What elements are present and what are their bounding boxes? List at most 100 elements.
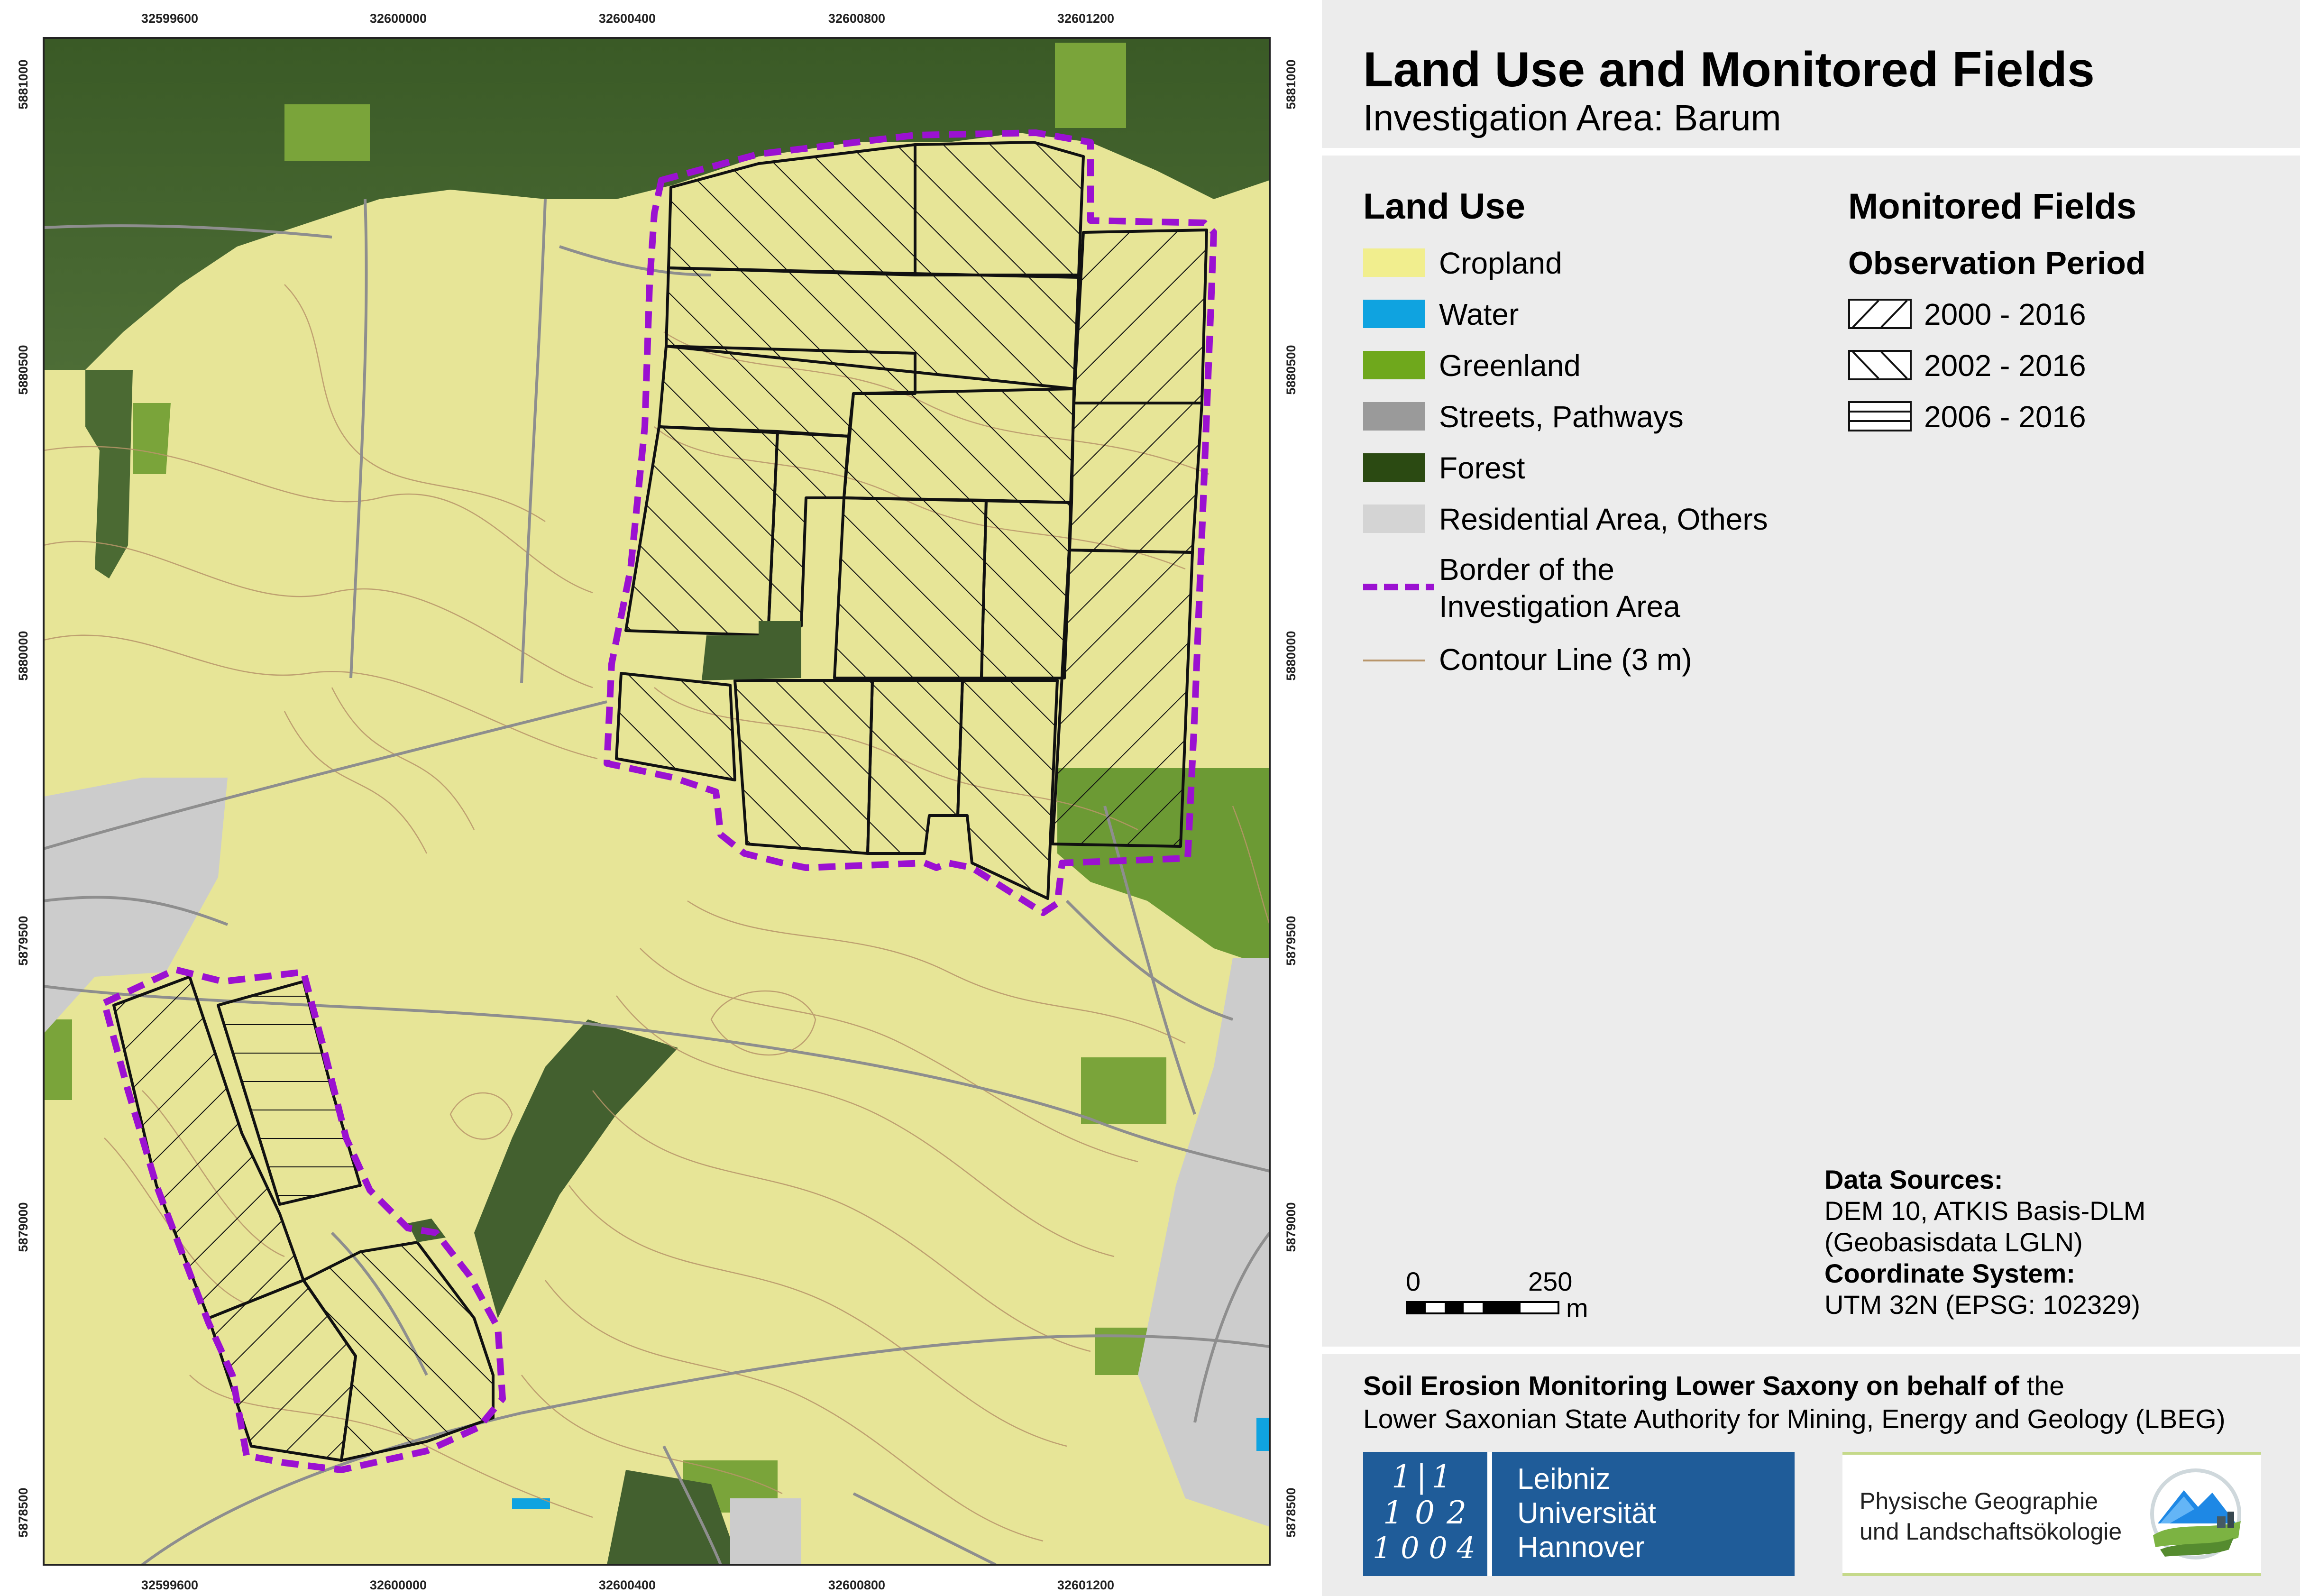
data-sources-line: (Geobasisdata LGLN) (1824, 1227, 2083, 1257)
swatch-streets (1363, 402, 1425, 431)
y-tick-label: 5878500 (16, 1487, 30, 1537)
legend-label: Border of the (1439, 552, 1614, 587)
coordinate-system-heading: Coordinate System: (1824, 1258, 2075, 1288)
greenland-patch-1 (284, 104, 370, 161)
coordinate-system-value: UTM 32N (EPSG: 102329) (1824, 1290, 2141, 1320)
greenland-patch-8 (133, 403, 171, 474)
luh-mark-icon: 1|1 1 0 2 1 0 0 4 (1363, 1452, 1487, 1576)
field-n-11 (733, 679, 874, 855)
scale-bar: 0 250 m (1406, 1266, 1605, 1328)
legend-label: Investigation Area (1439, 589, 1680, 624)
data-sources-line: DEM 10, ATKIS Basis-DLM (1824, 1196, 2146, 1226)
legend-label: Cropland (1439, 246, 1562, 280)
legend-label: 2006 - 2016 (1924, 400, 2086, 434)
luh-mark-row: 1 0 2 (1383, 1495, 1467, 1531)
legend-label: Contour Line (3 m) (1439, 642, 1692, 677)
y-tick-label: 5879000 (16, 1202, 30, 1252)
physische-geographie-logo: Physische Geographie und Landschaftsökol… (1842, 1452, 2261, 1576)
data-sources: Data Sources: DEM 10, ATKIS Basis-DLM (G… (1824, 1164, 2145, 1321)
y-axis-ticks-left: 5881000 5880500 5880000 5879500 5879000 … (16, 59, 30, 1537)
legend-label: Forest (1439, 451, 1525, 485)
water-body-east (1256, 1418, 1270, 1451)
luh-name-line: Universität (1517, 1497, 1656, 1530)
x-axis-ticks-bottom: 32599600 32600000 32600400 32600800 3260… (141, 1578, 1114, 1592)
legend-label: Greenland (1439, 349, 1581, 383)
y-tick-label: 5880500 (16, 345, 30, 394)
x-tick-label: 32601200 (1057, 1578, 1114, 1592)
monitored-fields-heading: Monitored Fields (1848, 186, 2136, 227)
greenland-patch-7 (44, 1019, 72, 1100)
footer-credit: Soil Erosion Monitoring Lower Saxony on … (1363, 1369, 2226, 1436)
field-n-2 (914, 141, 1085, 276)
map-frame: 32599600 32600000 32600400 32600800 3260… (0, 0, 1313, 1596)
swatch-greenland (1363, 351, 1425, 379)
field-n-14 (1072, 229, 1208, 404)
pg-name-line: Physische Geographie (1860, 1488, 2098, 1514)
pg-name-line: und Landschaftsökologie (1860, 1518, 2122, 1545)
luh-name-line: Leibniz (1517, 1463, 1611, 1495)
greenland-patch-2 (1055, 43, 1126, 128)
legend-label: Streets, Pathways (1439, 400, 1684, 434)
mountain-landscape-icon (2150, 1468, 2241, 1559)
x-axis-ticks-top: 32599600 32600000 32600400 32600800 3260… (141, 11, 1114, 26)
swatch-hatch-backward (1848, 350, 1912, 380)
swatch-residential (1363, 504, 1425, 533)
greenland-patch-4 (1081, 1057, 1166, 1124)
y-tick-label: 5880500 (1284, 345, 1298, 394)
field-n-16 (1051, 549, 1194, 848)
swatch-cropland (1363, 248, 1425, 277)
y-axis-ticks-right: 5881000 5880500 5880000 5879500 5879000 … (1284, 59, 1298, 1537)
map-title: Land Use and Monitored Fields (1363, 42, 2095, 97)
y-tick-label: 5878500 (1284, 1487, 1298, 1537)
y-tick-label: 5881000 (1284, 59, 1298, 109)
legend-label: 2002 - 2016 (1924, 349, 2086, 383)
x-tick-label: 32601200 (1057, 11, 1114, 26)
y-tick-label: 5880000 (1284, 631, 1298, 680)
x-tick-label: 32599600 (141, 1578, 198, 1592)
legend-label: Residential Area, Others (1439, 502, 1768, 536)
swatch-contour-line (1363, 660, 1425, 661)
x-tick-label: 32600400 (599, 1578, 656, 1592)
swatch-forest (1363, 453, 1425, 482)
field-n-9 (980, 499, 1073, 679)
swatch-border-line (1363, 584, 1434, 590)
x-tick-label: 32600400 (599, 11, 656, 26)
residential-area-south (730, 1498, 801, 1565)
luh-name-line: Hannover (1517, 1531, 1645, 1564)
land-use-heading: Land Use (1363, 186, 1526, 227)
scale-bar-graphic (1406, 1301, 1559, 1314)
y-tick-label: 5880000 (16, 631, 30, 680)
field-n-15 (1068, 402, 1203, 554)
x-tick-label: 32600800 (828, 1578, 885, 1592)
x-tick-label: 32599600 (141, 11, 198, 26)
scale-label-start: 0 (1406, 1266, 1421, 1296)
legend-label: 2000 - 2016 (1924, 297, 2086, 331)
observation-period-heading: Observation Period (1848, 245, 2146, 281)
legend-label: Water (1439, 297, 1519, 331)
map-subtitle: Investigation Area: Barum (1363, 98, 1781, 138)
footer-bold: Soil Erosion Monitoring Lower Saxony on … (1363, 1371, 2019, 1401)
data-sources-heading: Data Sources: (1824, 1165, 2003, 1194)
leibniz-university-logo: 1|1 1 0 2 1 0 0 4 Leibniz Universität Ha… (1363, 1452, 1795, 1576)
pg-logo-line (1842, 1573, 2261, 1576)
y-tick-label: 5879000 (1284, 1202, 1298, 1252)
divider-title (1313, 148, 2300, 156)
luh-separator (1487, 1452, 1492, 1576)
swatch-water (1363, 300, 1425, 328)
legend-panel (1313, 0, 2300, 1596)
map-canvas: 32599600 32600000 32600400 32600800 3260… (16, 11, 1298, 1592)
scale-unit: m (1566, 1293, 1588, 1323)
y-tick-label: 5879500 (16, 916, 30, 965)
luh-mark-row: 1 0 0 4 (1373, 1531, 1475, 1565)
x-tick-label: 32600800 (828, 11, 885, 26)
y-tick-label: 5879500 (1284, 916, 1298, 965)
pg-name: Physische Geographie und Landschaftsökol… (1860, 1486, 2122, 1547)
field-n-8 (833, 496, 988, 679)
luh-name: Leibniz Universität Hannover (1517, 1462, 1656, 1565)
footer-normal: the (2019, 1371, 2064, 1401)
pg-logo-line (1842, 1452, 2261, 1455)
swatch-hatch-horizontal (1848, 401, 1912, 431)
footer-line2: Lower Saxonian State Authority for Minin… (1363, 1404, 2226, 1434)
luh-mark-row: 1|1 (1392, 1458, 1457, 1495)
x-tick-label: 32600000 (370, 11, 427, 26)
